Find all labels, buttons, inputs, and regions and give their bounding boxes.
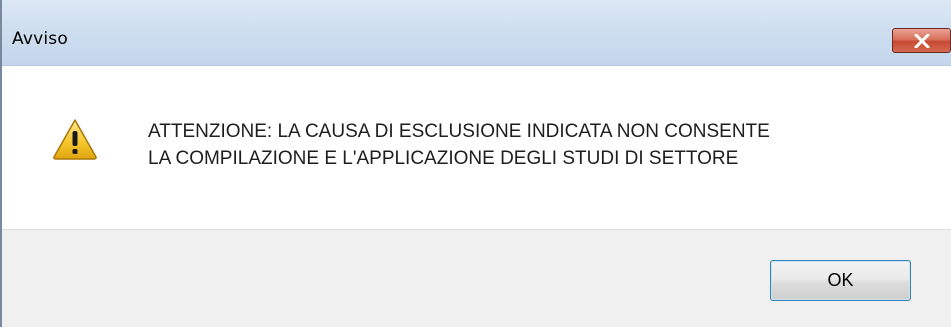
close-button[interactable] xyxy=(892,28,951,53)
dialog-message: ATTENZIONE: LA CAUSA DI ESCLUSIONE INDIC… xyxy=(148,118,770,172)
dialog-title: Avviso xyxy=(12,29,68,49)
message-line-2: LA COMPILAZIONE E L'APPLICAZIONE DEGLI S… xyxy=(148,148,739,169)
dialog-window: Avviso ATTENZIONE: LA CAUSA DI ESCLUSION… xyxy=(0,0,951,327)
warning-icon xyxy=(53,119,97,160)
message-line-1: ATTENZIONE: LA CAUSA DI ESCLUSIONE INDIC… xyxy=(148,121,770,142)
ok-button[interactable]: OK xyxy=(770,260,911,301)
close-icon xyxy=(914,34,930,48)
dialog-content: ATTENZIONE: LA CAUSA DI ESCLUSIONE INDIC… xyxy=(2,66,951,229)
title-bar[interactable]: Avviso xyxy=(2,0,951,66)
dialog-footer: OK xyxy=(2,229,951,327)
